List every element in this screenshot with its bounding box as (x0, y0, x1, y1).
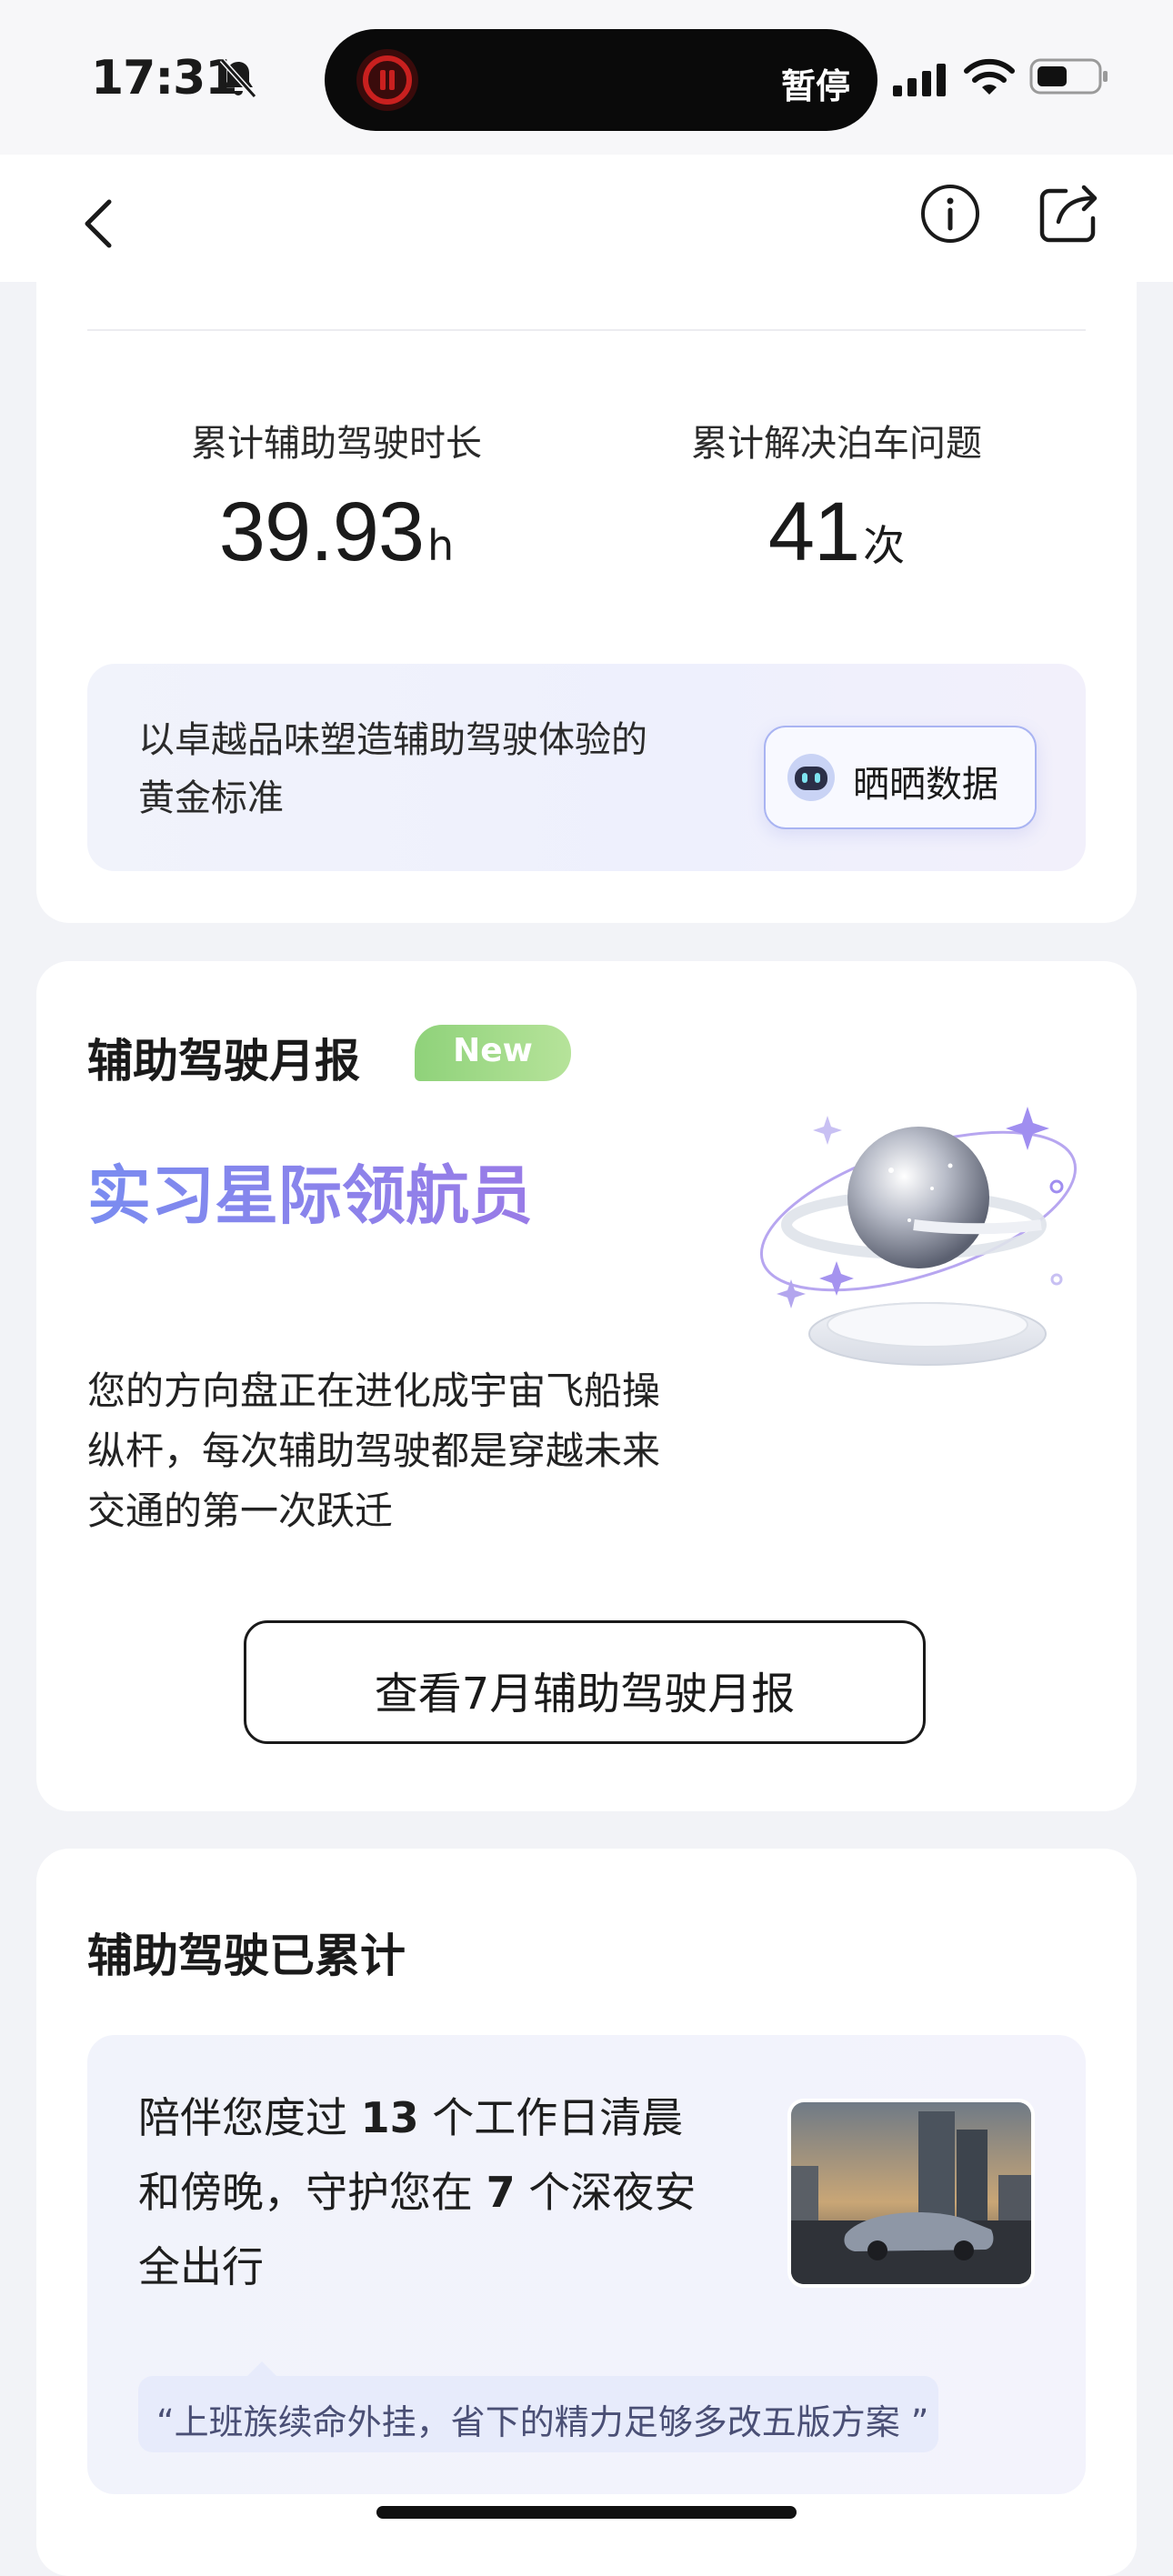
cumulative-box: 陪伴您度过 13 个工作日清晨和傍晚，守护您在 7 个深夜安全出行 “上班族续命… (87, 2035, 1086, 2494)
car-photo (787, 2099, 1035, 2288)
status-time: 17:31 (91, 51, 238, 105)
quote-bubble: “上班族续命外挂，省下的精力足够多改五版方案 ” (138, 2361, 938, 2452)
new-badge-text: New (453, 1032, 533, 1069)
duration-label: 累计辅助驾驶时长 (191, 423, 482, 465)
workdays-count: 13 (360, 2093, 419, 2142)
duration-stat: 累计辅助驾驶时长 39.93h (91, 414, 582, 580)
planet-illustration (759, 1107, 1078, 1366)
battery-icon (1029, 58, 1108, 95)
report-headline: 实习星际领航员 (87, 1152, 560, 1239)
record-pause-icon[interactable] (356, 49, 418, 111)
quote-text: “上班族续命外挂，省下的精力足够多改五版方案 ” (156, 2402, 929, 2442)
cumulative-title: 辅助驾驶已累计 (87, 1929, 406, 1982)
home-indicator[interactable] (376, 2506, 797, 2519)
signal-icon (893, 64, 946, 96)
promo-box: 以卓越品味塑造辅助驾驶体验的黄金标准 晒晒数据 (87, 664, 1086, 871)
divider (87, 329, 1086, 331)
parking-unit: 次 (863, 521, 906, 570)
late-nights-count: 7 (486, 2168, 516, 2217)
parking-label: 累计解决泊车问题 (691, 423, 982, 465)
view-report-button[interactable]: 查看7月辅助驾驶月报 (244, 1620, 926, 1744)
info-icon[interactable] (918, 182, 982, 246)
bell-mute-icon (219, 57, 257, 99)
parking-value: 41 (767, 486, 860, 578)
view-report-label: 查看7月辅助驾驶月报 (374, 1669, 796, 1719)
cumulative-text: 陪伴您度过 13 个工作日清晨和傍晚，守护您在 7 个深夜安全出行 (138, 2093, 697, 2291)
robot-icon (787, 754, 835, 801)
stats-card: 累计辅助驾驶时长 39.93h 累计解决泊车问题 41次 以卓越品味塑造辅助驾驶… (36, 255, 1137, 923)
share-data-button[interactable]: 晒晒数据 (764, 726, 1037, 829)
island-pause-label[interactable]: 暂停 (781, 58, 850, 108)
back-icon[interactable] (76, 196, 120, 251)
wifi-icon (964, 58, 1015, 95)
dynamic-island[interactable]: 暂停 (325, 29, 877, 131)
share-data-label: 晒晒数据 (853, 764, 998, 806)
promo-text: 以卓越品味塑造辅助驾驶体验的黄金标准 (138, 719, 647, 819)
share-icon[interactable] (1037, 182, 1106, 246)
duration-unit: h (427, 521, 455, 570)
report-description: 您的方向盘正在进化成宇宙飞船操纵杆，每次辅助驾驶都是穿越未来交通的第一次跃迁 (87, 1368, 661, 1533)
new-badge: New (415, 1025, 571, 1081)
monthly-report-card: 辅助驾驶月报 New 实习星际领航员 您的方向盘正在进化成宇宙飞船操纵杆，每次辅… (36, 961, 1137, 1811)
status-bar: 17:31 暂停 (0, 0, 1173, 155)
report-title: 辅助驾驶月报 (87, 1035, 360, 1088)
cumulative-card: 辅助驾驶已累计 陪伴您度过 13 个工作日清晨和傍晚，守护您在 7 个深夜安全出… (36, 1849, 1137, 2576)
parking-stat: 累计解决泊车问题 41次 (591, 414, 1082, 580)
duration-value: 39.93 (218, 486, 425, 578)
